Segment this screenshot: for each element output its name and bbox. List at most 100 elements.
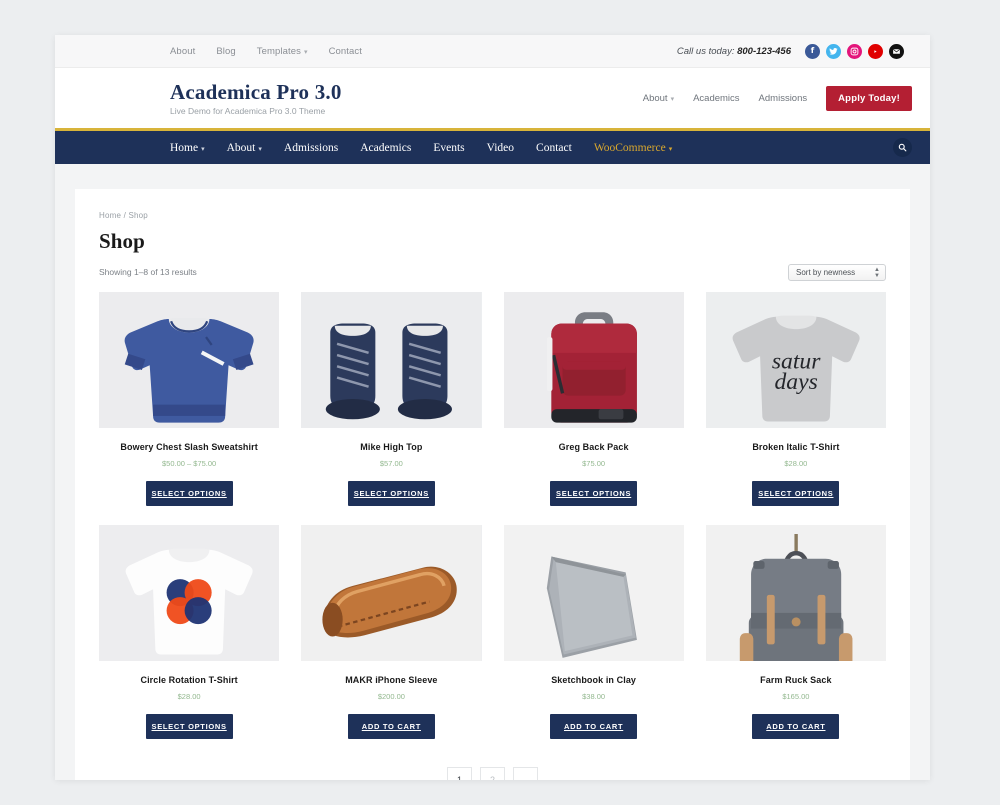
nav-item-video[interactable]: Video	[487, 142, 514, 154]
product-title[interactable]: Circle Rotation T-Shirt	[99, 675, 279, 685]
product-grid-row-2: Circle Rotation T-Shirt $28.00 SELECT OP…	[99, 525, 886, 739]
product-image-sweatshirt[interactable]	[99, 292, 280, 428]
content-background: Home / Shop Shop Showing 1–8 of 13 resul…	[55, 164, 930, 780]
leather-sleeve-art	[301, 525, 482, 661]
pagination-next-button[interactable]: →	[513, 767, 538, 780]
nav-label: Contact	[536, 141, 572, 154]
top-nav-item-contact[interactable]: Contact	[329, 46, 362, 57]
top-nav-item-blog[interactable]: Blog	[216, 46, 235, 57]
top-nav: About Blog Templates ▾ Contact	[170, 46, 362, 57]
header-nav-label: Academics	[693, 92, 740, 104]
select-options-button[interactable]: SELECT OPTIONS	[145, 714, 233, 739]
breadcrumb-home[interactable]: Home	[99, 211, 121, 220]
pagination-page-1[interactable]: 1	[447, 767, 472, 780]
results-row: Showing 1–8 of 13 results Sort by newnes…	[99, 262, 886, 281]
product-title[interactable]: Mike High Top	[301, 442, 481, 452]
header-nav-item-academics[interactable]: Academics	[693, 93, 739, 104]
sort-selected-value: Sort by newness	[796, 268, 856, 277]
product-image-red-backpack[interactable]	[503, 292, 684, 428]
select-options-button[interactable]: SELECT OPTIONS	[550, 481, 638, 506]
breadcrumb: Home / Shop	[99, 211, 886, 220]
gray-tshirt-art: satur days	[705, 292, 886, 428]
add-to-cart-button[interactable]: ADD TO CART	[550, 714, 638, 739]
product-title[interactable]: Farm Ruck Sack	[706, 675, 886, 685]
product-card[interactable]: Bowery Chest Slash Sweatshirt $50.00 – $…	[99, 292, 280, 506]
top-nav-label: Contact	[328, 45, 363, 57]
product-price: $200.00	[377, 692, 405, 701]
site-header: Academica Pro 3.0 Live Demo for Academic…	[55, 68, 930, 130]
nav-item-academics[interactable]: Academics	[360, 142, 411, 154]
chevron-down-icon: ▾	[668, 144, 673, 153]
stepper-arrows-icon: ▲ ▼	[874, 266, 880, 279]
phone-number[interactable]: 800-123-456	[737, 46, 791, 57]
header-nav-item-admissions[interactable]: Admissions	[759, 93, 808, 104]
select-options-button[interactable]: SELECT OPTIONS	[347, 481, 435, 506]
product-image-white-tshirt[interactable]	[99, 525, 280, 661]
product-image-leather-sleeve[interactable]	[301, 525, 482, 661]
white-tshirt-art	[99, 525, 280, 661]
add-to-cart-button[interactable]: ADD TO CART	[752, 714, 840, 739]
product-card[interactable]: MAKR iPhone Sleeve $200.00 ADD TO CART	[301, 525, 482, 739]
product-title[interactable]: Sketchbook in Clay	[504, 675, 684, 685]
header-nav: About ▾ Academics Admissions Apply Today!	[643, 85, 912, 111]
red-backpack-art	[503, 292, 684, 428]
sort-select[interactable]: Sort by newness ▲ ▼	[788, 264, 886, 281]
apply-today-button[interactable]: Apply Today!	[826, 85, 912, 111]
select-options-button[interactable]: SELECT OPTIONS	[145, 481, 233, 506]
product-image-sneakers[interactable]	[301, 292, 482, 428]
nav-label: Events	[433, 141, 465, 154]
product-price: $28.00	[784, 459, 808, 468]
primary-nav-items: Home ▾ About ▾ Admissions Academics Events…	[170, 142, 672, 154]
add-to-cart-button[interactable]: ADD TO CART	[347, 714, 435, 739]
top-bar-right: Call us today: 800-123-456 f	[677, 43, 912, 59]
site-title[interactable]: Academica Pro 3.0	[170, 80, 342, 104]
pagination: 1 2 →	[99, 767, 886, 780]
product-title[interactable]: Broken Italic T-Shirt	[706, 442, 886, 452]
product-image-notebook[interactable]	[503, 525, 684, 661]
top-utility-bar: About Blog Templates ▾ Contact Call us to…	[55, 35, 930, 68]
youtube-icon[interactable]	[868, 43, 883, 59]
nav-item-admissions[interactable]: Admissions	[284, 142, 338, 154]
nav-item-events[interactable]: Events	[433, 142, 464, 154]
brand-block[interactable]: Academica Pro 3.0 Live Demo for Academic…	[170, 80, 342, 116]
breadcrumb-current: Shop	[128, 211, 148, 220]
nav-label: Video	[486, 141, 515, 154]
email-icon[interactable]	[889, 43, 904, 59]
instagram-icon[interactable]	[847, 43, 862, 59]
search-toggle-button[interactable]	[893, 138, 912, 157]
product-card[interactable]: Sketchbook in Clay $38.00 ADD TO CART	[503, 525, 684, 739]
product-card[interactable]: Mike High Top $57.00 SELECT OPTIONS	[301, 292, 482, 506]
product-image-gray-rucksack[interactable]	[705, 525, 886, 661]
top-nav-label: Blog	[216, 45, 236, 57]
chevron-down-icon: ▾	[258, 144, 262, 153]
nav-item-home[interactable]: Home ▾	[170, 142, 205, 154]
select-options-button[interactable]: SELECT OPTIONS	[752, 481, 840, 506]
product-price: $50.00 – $75.00	[162, 459, 217, 468]
sneakers-art	[301, 292, 482, 428]
call-us-text: Call us today: 800-123-456	[677, 46, 791, 57]
product-card[interactable]: satur days Broken Italic T-Shirt $28.00 …	[705, 292, 886, 506]
product-card[interactable]: Farm Ruck Sack $165.00 ADD TO CART	[705, 525, 886, 739]
header-nav-label: Admissions	[758, 92, 808, 104]
top-nav-item-about[interactable]: About	[170, 46, 195, 57]
nav-item-woocommerce[interactable]: WooCommerce ▾	[594, 142, 672, 154]
sort-control[interactable]: Sort by newness ▲ ▼	[788, 262, 886, 281]
nav-label: Academics	[360, 141, 412, 154]
nav-label: Home	[170, 141, 199, 154]
facebook-icon[interactable]: f	[805, 43, 820, 59]
website-window: About Blog Templates ▾ Contact Call us to…	[55, 35, 930, 780]
product-price: $28.00	[177, 692, 201, 701]
product-card[interactable]: Greg Back Pack $75.00 SELECT OPTIONS	[503, 292, 684, 506]
product-title[interactable]: MAKR iPhone Sleeve	[301, 675, 481, 685]
nav-item-about[interactable]: About ▾	[227, 142, 262, 154]
product-title[interactable]: Bowery Chest Slash Sweatshirt	[99, 442, 279, 452]
pagination-page-2[interactable]: 2	[480, 767, 505, 780]
nav-item-contact[interactable]: Contact	[536, 142, 572, 154]
top-nav-item-templates[interactable]: Templates ▾	[257, 46, 308, 57]
header-nav-item-about[interactable]: About ▾	[643, 93, 674, 104]
product-price: $75.00	[582, 459, 606, 468]
product-title[interactable]: Greg Back Pack	[504, 442, 684, 452]
twitter-icon[interactable]	[826, 43, 841, 59]
product-image-gray-tshirt[interactable]: satur days	[705, 292, 886, 428]
product-card[interactable]: Circle Rotation T-Shirt $28.00 SELECT OP…	[99, 525, 280, 739]
